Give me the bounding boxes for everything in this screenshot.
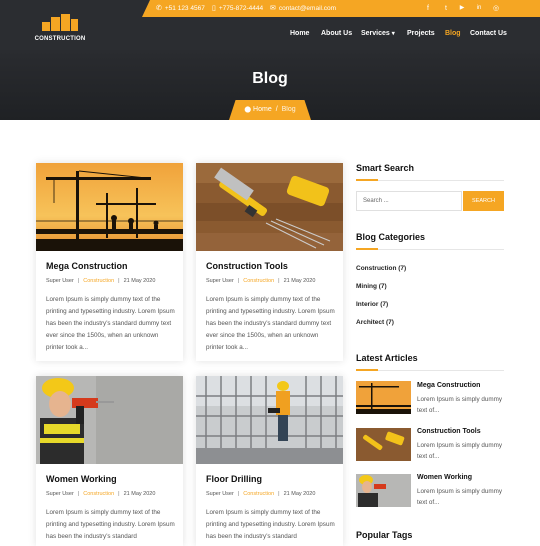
post-title[interactable]: Floor Drilling	[206, 474, 262, 484]
blog-post-card[interactable]: Mega Construction Super User | Constructio…	[36, 163, 183, 361]
post-title[interactable]: Women Working	[46, 474, 117, 484]
latest-article-title[interactable]: Mega Construction	[417, 382, 480, 389]
post-meta: Super User | Construction | 21 May 2020	[206, 278, 316, 284]
breadcrumb: ⬤ Home / Blog	[229, 100, 311, 120]
post-excerpt: Lorem Ipsum is simply dummy text of the …	[206, 509, 335, 540]
nav-contact[interactable]: Contact Us	[470, 29, 507, 39]
latest-articles-heading: Latest Articles	[356, 353, 418, 363]
latest-article-thumbnail[interactable]	[356, 474, 411, 507]
nav-blog[interactable]: Blog	[445, 29, 461, 39]
heading-divider	[356, 248, 504, 250]
logo-building-icon	[42, 22, 50, 31]
post-meta: Super User | Construction | 21 May 2020	[46, 278, 156, 284]
breadcrumb-current: Blog	[281, 106, 296, 113]
blog-post-card[interactable]: Construction Tools Super User | Constructi…	[196, 163, 343, 361]
post-meta: Super User | Construction | 21 May 2020	[46, 491, 156, 497]
post-title[interactable]: Mega Construction	[46, 261, 128, 271]
nav-services[interactable]: Services ▾	[361, 29, 395, 39]
nav-projects[interactable]: Projects	[407, 29, 435, 39]
site-logo[interactable]: CONSTRUCTION	[34, 12, 86, 42]
search-input[interactable]: Search ...	[356, 191, 462, 211]
chevron-down-icon: ▾	[391, 31, 395, 37]
latest-article-title[interactable]: Construction Tools	[417, 428, 481, 435]
latest-article-excerpt: Lorem Ipsum is simply dummy text of...	[417, 442, 503, 460]
phone-contact-1[interactable]: ✆ +51 123 4567	[156, 0, 205, 17]
phone-icon: ✆	[156, 5, 162, 12]
nav-about[interactable]: About Us	[321, 29, 352, 39]
latest-article-excerpt: Lorem Ipsum is simply dummy text of...	[417, 396, 503, 414]
category-item[interactable]: Construction (7)	[356, 265, 406, 272]
post-title[interactable]: Construction Tools	[206, 261, 288, 271]
post-excerpt: Lorem Ipsum is simply dummy text of the …	[46, 509, 175, 540]
popular-tags-heading: Popular Tags	[356, 530, 413, 540]
post-excerpt: Lorem Ipsum is simply dummy text of the …	[206, 296, 335, 351]
instagram-icon[interactable]: ◎	[489, 0, 503, 17]
category-item[interactable]: Architect (7)	[356, 319, 394, 326]
heading-divider	[356, 179, 504, 181]
facebook-icon[interactable]: f	[421, 0, 435, 17]
latest-article-thumbnail[interactable]	[356, 428, 411, 461]
latest-article-thumbnail[interactable]	[356, 381, 411, 414]
post-excerpt: Lorem Ipsum is simply dummy text of the …	[46, 296, 175, 351]
blog-post-card[interactable]: Women Working Super User | Construction | 21…	[36, 376, 183, 546]
linkedin-icon[interactable]: in	[472, 0, 486, 17]
category-item[interactable]: Mining (7)	[356, 283, 387, 290]
mobile-icon: ▯	[212, 5, 216, 12]
breadcrumb-home[interactable]: Home	[253, 106, 272, 113]
latest-article-excerpt: Lorem Ipsum is simply dummy text of...	[417, 488, 503, 506]
post-meta: Super User | Construction | 21 May 2020	[206, 491, 316, 497]
post-image-mega-construction[interactable]	[36, 163, 183, 251]
twitter-icon[interactable]: t	[439, 0, 453, 17]
logo-text: CONSTRUCTION	[34, 36, 86, 42]
phone-contact-2[interactable]: ▯ +775-872-4444	[212, 0, 263, 17]
youtube-icon[interactable]: ▶	[455, 0, 469, 17]
categories-heading: Blog Categories	[356, 232, 426, 242]
post-image-construction-tools[interactable]	[196, 163, 343, 251]
heading-divider	[356, 369, 504, 371]
post-image-women-working[interactable]	[36, 376, 183, 464]
search-button[interactable]: SEARCH	[463, 191, 504, 211]
logo-building-icon	[61, 14, 70, 31]
nav-home[interactable]: Home	[290, 29, 309, 39]
page-title: Blog	[252, 70, 288, 87]
logo-building-icon	[71, 19, 78, 31]
blog-post-card[interactable]: Floor Drilling Super User | Construction | 2…	[196, 376, 343, 546]
envelope-icon: ✉	[270, 5, 276, 12]
category-item[interactable]: Interior (7)	[356, 301, 388, 308]
email-contact[interactable]: ✉ contact@email.com	[270, 0, 336, 17]
map-marker-icon: ⬤	[244, 107, 252, 113]
search-heading: Smart Search	[356, 163, 415, 173]
latest-article-title[interactable]: Women Working	[417, 474, 472, 481]
post-image-floor-drilling[interactable]	[196, 376, 343, 464]
logo-building-icon	[51, 17, 60, 31]
